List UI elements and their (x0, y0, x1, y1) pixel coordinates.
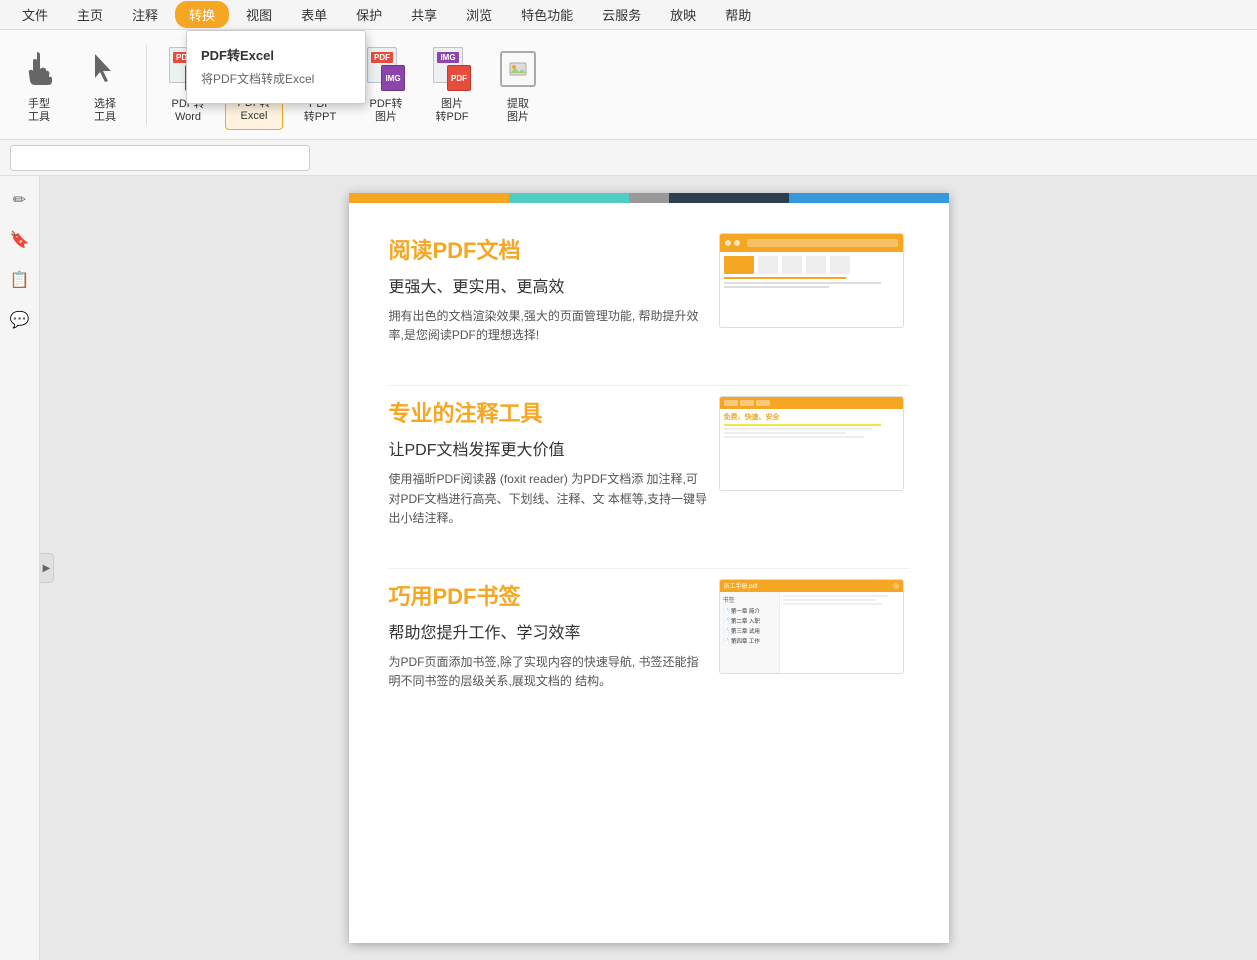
bar-teal (509, 193, 629, 203)
hand-tool-label: 手型工具 (28, 98, 50, 124)
pdf-to-image-label: PDF转图片 (370, 98, 403, 124)
divider1 (389, 385, 909, 386)
menu-view[interactable]: 视图 (234, 1, 284, 28)
menu-home[interactable]: 主页 (65, 1, 115, 28)
cursor-icon (85, 45, 125, 95)
section-annotation-screenshot: 免费、快速、安全 (719, 396, 909, 491)
screenshot-line1 (724, 277, 847, 279)
bar-orange (349, 193, 509, 203)
file-path-input[interactable]: 演示.pdf (10, 145, 310, 171)
menu-bar: 文件 主页 注释 转换 视图 表单 保护 共享 浏览 特色功能 云服务 放映 帮… (0, 0, 1257, 30)
image-to-pdf-label: 图片转PDF (436, 98, 469, 124)
section-bookmark-row: 巧用PDF书签 帮助您提升工作、学习效率 为PDF页面添加书签,除了实现内容的快… (389, 579, 909, 691)
sidebar-comment-icon[interactable]: 💬 (6, 306, 34, 334)
bar-gray (629, 193, 669, 203)
menu-convert[interactable]: 转换 (175, 1, 229, 28)
sidebar-pages-icon[interactable]: 📋 (6, 266, 34, 294)
toolbar-separator-1 (146, 45, 147, 125)
pdf-document: 阅读PDF文档 更强大、更实用、更高效 拥有出色的文档渲染效果,强大的页面管理功… (349, 193, 949, 943)
annotation-app-screenshot: 免费、快速、安全 (719, 396, 904, 491)
section-bookmark-subtitle: 帮助您提升工作、学习效率 (389, 619, 709, 643)
menu-form[interactable]: 表单 (289, 1, 339, 28)
section-annotation-text: 专业的注释工具 让PDF文档发挥更大价值 使用福昕PDF阅读器 (foxit r… (389, 396, 709, 528)
menu-help[interactable]: 帮助 (713, 1, 763, 28)
section-annotation-row: 专业的注释工具 让PDF文档发挥更大价值 使用福昕PDF阅读器 (foxit r… (389, 396, 909, 528)
section-read-text: 阅读PDF文档 更强大、更实用、更高效 拥有出色的文档渲染效果,强大的页面管理功… (389, 233, 709, 345)
section-bookmark-title: 巧用PDF书签 (389, 579, 709, 611)
screenshot-body (720, 252, 903, 327)
main-area: ✏ 🔖 📋 💬 ▶ 阅读PDF文档 更 (0, 176, 1257, 960)
section-read-subtitle: 更强大、更实用、更高效 (389, 273, 709, 297)
select-tool-label: 选择工具 (94, 98, 116, 124)
read-app-screenshot (719, 233, 904, 328)
extract-image-button[interactable]: 提取图片 (489, 40, 547, 130)
section-read-screenshot (719, 233, 909, 328)
bookmark-app-screenshot: 员工手册.pdf 书签 📄 第一章 简介 📄 第二章 入职 📄 第三章 试用 (719, 579, 904, 674)
pdf-to-excel-dropdown: PDF转Excel 将PDF文档转成Excel (186, 30, 366, 104)
screenshot-toolbar (720, 234, 903, 252)
sidebar-collapse-button[interactable]: ▶ (40, 553, 54, 583)
screenshot-line2 (724, 282, 882, 284)
section-bookmark-text-body: 为PDF页面添加书签,除了实现内容的快速导航, 书签还能指明不同书签的层级关系,… (389, 653, 709, 691)
bar-dark (669, 193, 789, 203)
hand-tool-button[interactable]: 手型工具 (10, 40, 68, 130)
pdf-section-bookmark: 巧用PDF书签 帮助您提升工作、学习效率 为PDF页面添加书签,除了实现内容的快… (389, 579, 909, 691)
menu-annotation[interactable]: 注释 (120, 1, 170, 28)
section-read-text-body: 拥有出色的文档渲染效果,强大的页面管理功能, 帮助提升效率,是您阅读PDF的理想… (389, 307, 709, 345)
menu-cloud[interactable]: 云服务 (590, 1, 653, 28)
image-to-pdf-button[interactable]: IMG PDF 图片转PDF (423, 40, 481, 130)
dot2 (734, 240, 740, 246)
pdf-section-read: 阅读PDF文档 更强大、更实用、更高效 拥有出色的文档渲染效果,强大的页面管理功… (389, 233, 909, 345)
pdf-content: 阅读PDF文档 更强大、更实用、更高效 拥有出色的文档渲染效果,强大的页面管理功… (349, 203, 949, 761)
section-read-title: 阅读PDF文档 (389, 233, 709, 265)
section-annotation-subtitle: 让PDF文档发挥更大价值 (389, 436, 709, 460)
section-bookmark-text: 巧用PDF书签 帮助您提升工作、学习效率 为PDF页面添加书签,除了实现内容的快… (389, 579, 709, 691)
sidebar-bookmark-icon[interactable]: 🔖 (6, 226, 34, 254)
extract-image-label: 提取图片 (507, 98, 529, 124)
extract-image-icon (498, 45, 538, 95)
pdf-top-bar (349, 193, 949, 203)
dropdown-title: PDF转Excel (187, 41, 365, 68)
left-sidebar: ✏ 🔖 📋 💬 (0, 176, 40, 960)
divider2 (389, 568, 909, 569)
screenshot-line3 (724, 286, 829, 288)
section-annotation-text-body: 使用福昕PDF阅读器 (foxit reader) 为PDF文档添 加注释,可对… (389, 470, 709, 528)
menu-share[interactable]: 共享 (399, 1, 449, 28)
pdf-image-icon: PDF IMG (366, 45, 406, 95)
hand-icon (19, 45, 59, 95)
dot1 (725, 240, 731, 246)
image-pdf-icon: IMG PDF (432, 45, 472, 95)
dropdown-description: 将PDF文档转成Excel (187, 68, 365, 93)
select-tool-button[interactable]: 选择工具 (76, 40, 134, 130)
menu-file[interactable]: 文件 (10, 1, 60, 28)
menu-protect[interactable]: 保护 (344, 1, 394, 28)
address-bar: 演示.pdf (0, 140, 1257, 176)
pdf-section-annotation: 专业的注释工具 让PDF文档发挥更大价值 使用福昕PDF阅读器 (foxit r… (389, 396, 909, 528)
section-bookmark-screenshot: 员工手册.pdf 书签 📄 第一章 简介 📄 第二章 入职 📄 第三章 试用 (719, 579, 909, 674)
menu-present[interactable]: 放映 (658, 1, 708, 28)
section-read-row: 阅读PDF文档 更强大、更实用、更高效 拥有出色的文档渲染效果,强大的页面管理功… (389, 233, 909, 345)
section-annotation-title: 专业的注释工具 (389, 396, 709, 428)
menu-browse[interactable]: 浏览 (454, 1, 504, 28)
menu-features[interactable]: 特色功能 (509, 1, 585, 28)
bar-blue (789, 193, 949, 203)
sidebar-edit-icon[interactable]: ✏ (6, 186, 34, 214)
pdf-viewer: 阅读PDF文档 更强大、更实用、更高效 拥有出色的文档渲染效果,强大的页面管理功… (40, 176, 1257, 960)
